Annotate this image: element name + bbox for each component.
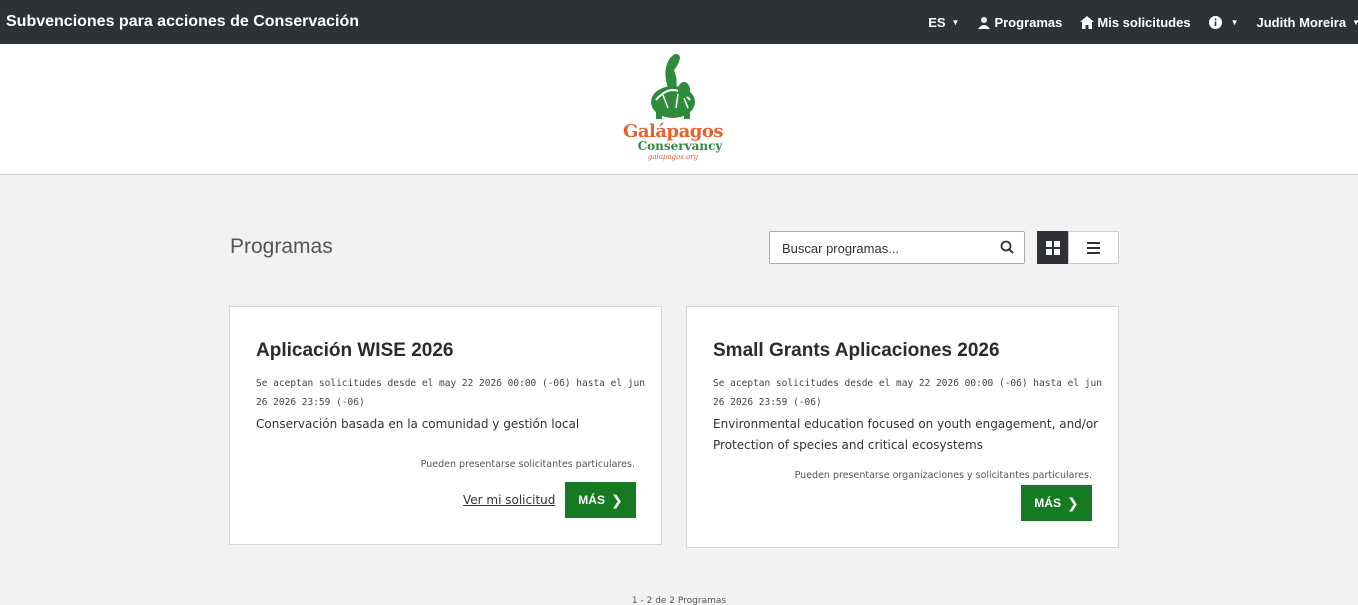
search-box (769, 231, 1025, 264)
grid-icon (1046, 240, 1060, 255)
program-card: Aplicación WISE 2026 Se aceptan solicitu… (229, 306, 662, 545)
nav-menu: ES ▼ Programas Mis solicitudes ▼ Judith … (928, 0, 1358, 44)
list-view-button[interactable] (1068, 231, 1119, 264)
pagination-info: 1 - 2 de 2 Programas (631, 596, 727, 605)
program-description: Environmental education focused on youth… (713, 417, 1099, 452)
search-icon (1000, 240, 1014, 254)
search-input[interactable] (782, 238, 982, 258)
logo-banner: Galápagos Conservancy galapagos.org (0, 44, 1358, 175)
list-icon (1087, 241, 1100, 254)
program-eligibility: Pueden presentarse organizaciones y soli… (794, 470, 1092, 481)
program-eligibility: Pueden presentarse solicitantes particul… (420, 459, 635, 470)
home-icon (1080, 15, 1095, 29)
nav-my-requests[interactable]: Mis solicitudes (1080, 14, 1191, 30)
nav-my-requests-label: Mis solicitudes (1097, 14, 1191, 30)
caret-down-icon: ▼ (951, 17, 960, 27)
program-title[interactable]: Small Grants Aplicaciones 2026 (713, 340, 1000, 362)
info-dropdown[interactable]: ▼ (1208, 15, 1239, 29)
logo-text-conservancy: Conservancy (637, 139, 723, 153)
language-dropdown[interactable]: ES ▼ (928, 15, 959, 30)
user-name: Judith Moreira (1256, 14, 1347, 30)
logo-text-url: galapagos.org (647, 153, 699, 161)
user-menu[interactable]: Judith Moreira ▼ (1257, 15, 1358, 30)
program-title[interactable]: Aplicación WISE 2026 (256, 340, 453, 362)
more-button-label: MÁS (578, 493, 605, 507)
program-dates: Se aceptan solicitudes desde el may 22 2… (713, 378, 1102, 408)
page-title: Programas (230, 235, 333, 258)
grid-view-button[interactable] (1037, 231, 1069, 264)
chevron-right-icon: ❯ (1066, 494, 1079, 511)
tortoise-icon (651, 54, 695, 119)
more-button-label: MÁS (1034, 496, 1061, 510)
language-label: ES (928, 14, 946, 30)
view-my-application-link[interactable]: Ver mi solicitud (463, 493, 555, 507)
search-button[interactable] (1000, 240, 1014, 259)
program-dates: Se aceptan solicitudes desde el may 22 2… (256, 378, 645, 408)
galapagos-conservancy-logo[interactable]: Galápagos Conservancy galapagos.org (618, 50, 728, 174)
caret-down-icon: ▼ (1352, 17, 1358, 27)
nav-programs[interactable]: Programas (977, 15, 1062, 30)
more-button[interactable]: MÁS ❯ (1021, 485, 1092, 521)
program-card: Small Grants Aplicaciones 2026 Se acepta… (686, 306, 1119, 548)
top-navbar: Subvenciones para acciones de Conservaci… (0, 0, 1358, 44)
caret-down-icon: ▼ (1230, 17, 1239, 27)
site-title[interactable]: Subvenciones para acciones de Conservaci… (6, 0, 359, 44)
nav-programs-label: Programas (994, 14, 1063, 30)
more-button[interactable]: MÁS ❯ (565, 482, 636, 518)
info-icon (1208, 15, 1222, 29)
users-icon (978, 16, 991, 29)
program-description: Conservación basada en la comunidad y ge… (256, 417, 580, 431)
chevron-right-icon: ❯ (610, 491, 623, 508)
